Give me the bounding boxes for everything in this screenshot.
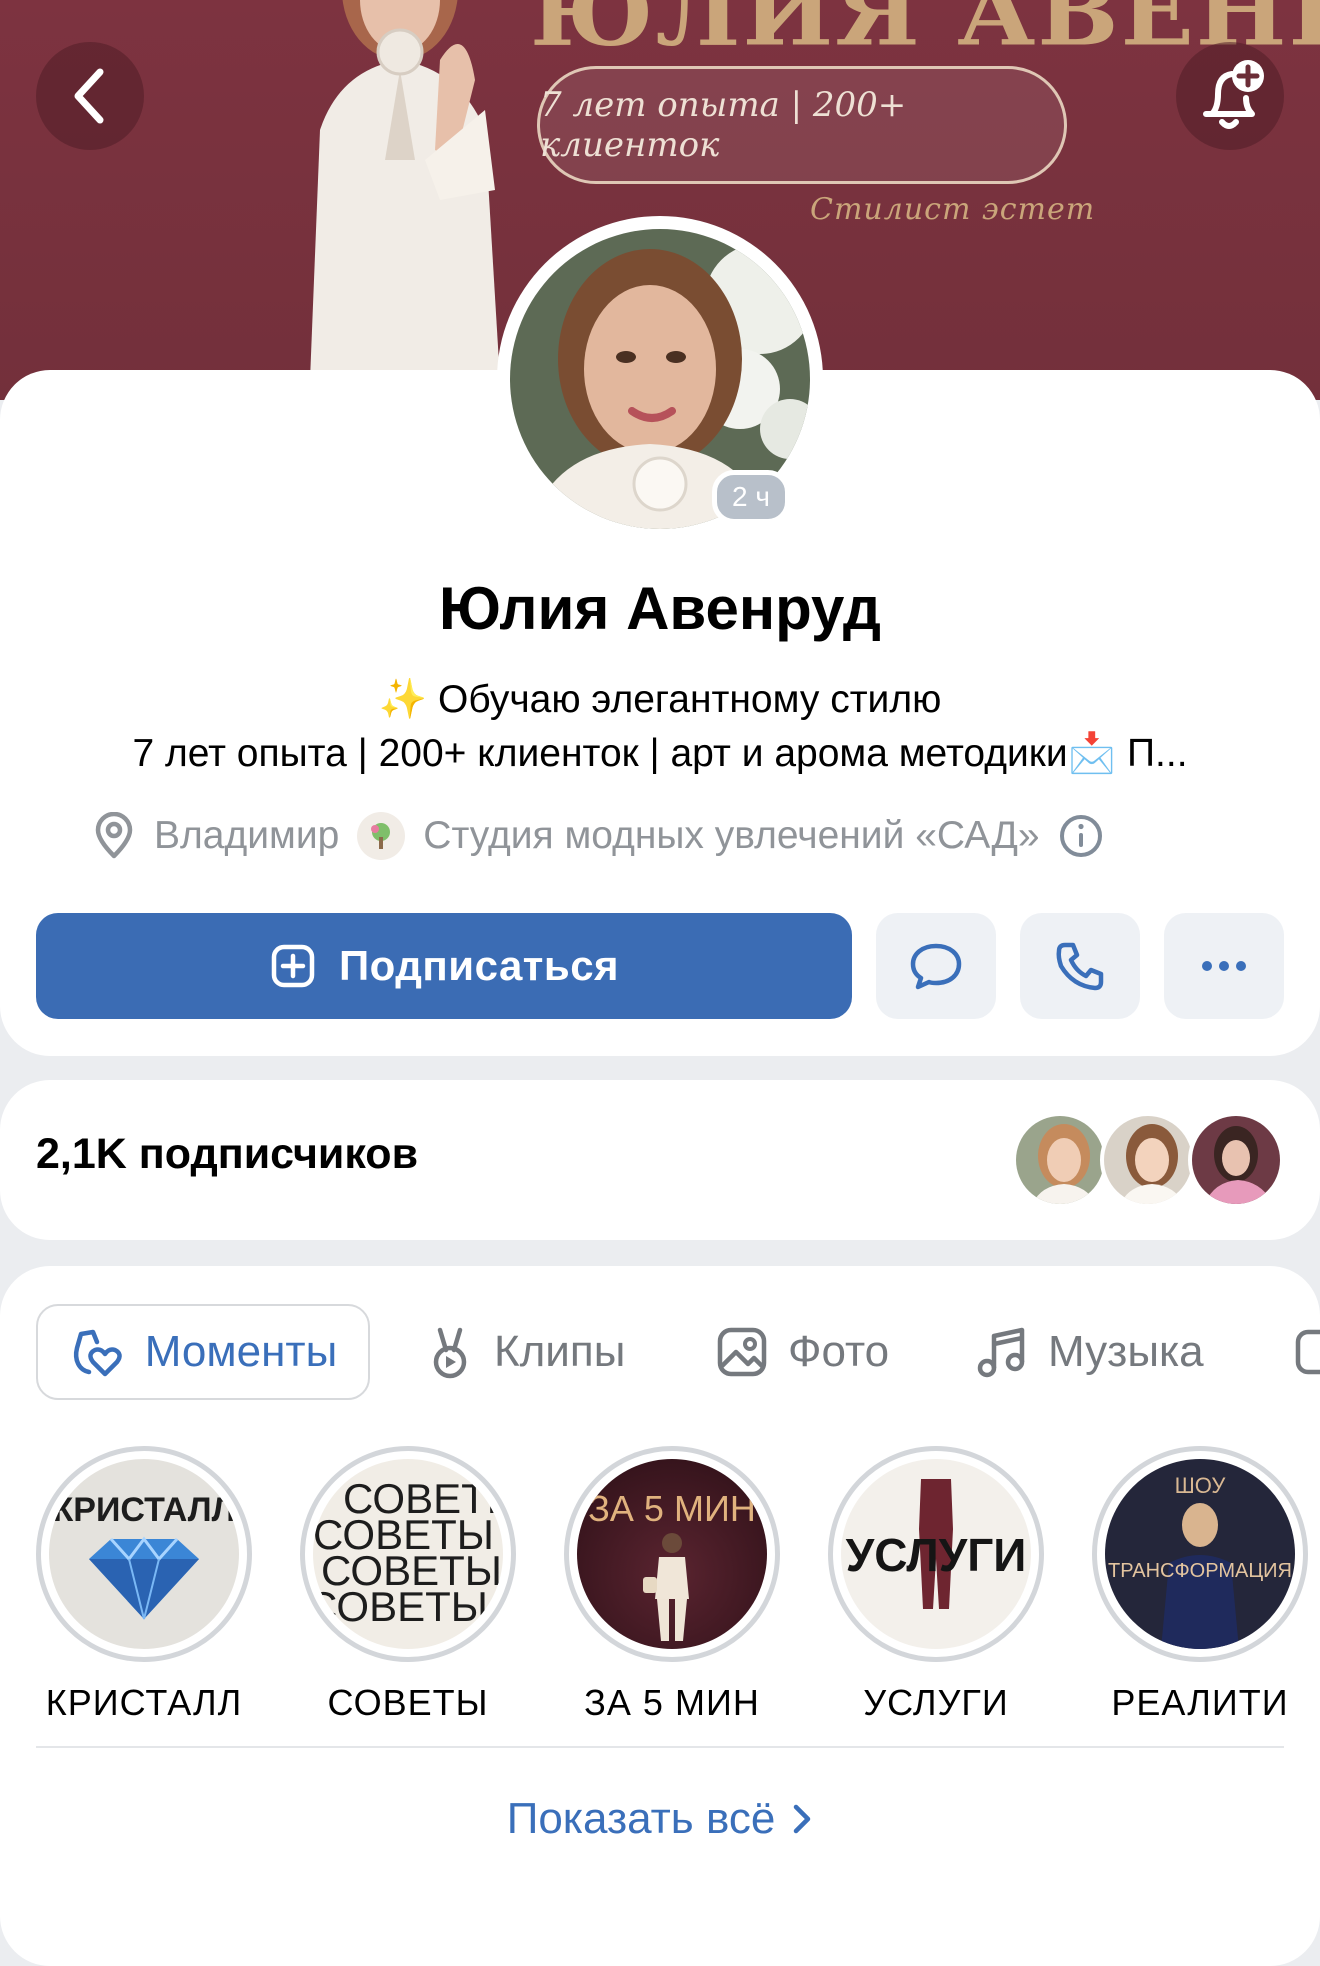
highlight-label: ЗА 5 МИН xyxy=(584,1682,760,1723)
moments-icon xyxy=(73,1329,122,1377)
tab-photo[interactable]: Фото xyxy=(716,1304,889,1400)
profile-name: Юлия Авенруд xyxy=(439,575,881,642)
more-button[interactable] xyxy=(1164,913,1284,1019)
show-all-link[interactable]: Показать всё xyxy=(0,1794,1320,1844)
bio-line-1: ✨ Обучаю элегантному стилю xyxy=(378,678,942,721)
bio-line-2[interactable]: 7 лет опыта | 200+ клиенток | арт и аром… xyxy=(0,730,1320,776)
photo-icon xyxy=(717,1327,767,1377)
chevron-right-icon xyxy=(794,1804,811,1834)
highlight-cover: СОВЕТЫ СОВЕТЫ СОВЕТЫ СОВЕТЫ xyxy=(300,1446,516,1662)
tab-label: Моменты xyxy=(144,1327,338,1376)
highlight-cover-text: ЗА 5 МИН xyxy=(588,1488,756,1529)
highlight-cover: КРИСТАЛЛ xyxy=(36,1446,252,1662)
organization-text[interactable]: Студия модных увлечений «САД» xyxy=(423,814,1039,858)
tab-label: Музыка xyxy=(1048,1327,1204,1376)
highlight-label: РЕАЛИТИ xyxy=(1111,1682,1289,1723)
subscribe-label: Подписаться xyxy=(338,942,620,989)
cover-subtitle: Стилист эстет xyxy=(810,192,1096,227)
chat-bubble-icon xyxy=(910,943,962,990)
bell-plus-icon xyxy=(1203,60,1264,129)
highlight-label: СОВЕТЫ xyxy=(327,1682,489,1723)
highlight-cover-text-top: ШОУ xyxy=(1175,1473,1227,1498)
show-all-label: Показать всё xyxy=(506,1794,776,1843)
location-text[interactable]: Владимир xyxy=(154,814,339,858)
highlight-cover-text: КРИСТАЛЛ xyxy=(53,1491,236,1529)
highlight-uslugi[interactable]: УСЛУГИ УСЛУГИ xyxy=(828,1446,1044,1724)
tab-music[interactable]: Музыка xyxy=(976,1304,1204,1400)
divider xyxy=(36,1746,1284,1748)
highlight-cover: ШОУ ТРАНСФОРМАЦИЯ xyxy=(1092,1446,1308,1662)
cover-portrait-illustration xyxy=(310,0,500,380)
call-button[interactable] xyxy=(1020,913,1140,1019)
profile-meta-row: Владимир Студия модных увлечений «САД» xyxy=(92,808,1122,864)
location-pin-icon xyxy=(95,812,133,859)
back-button[interactable] xyxy=(36,42,144,150)
video-icon xyxy=(1295,1329,1320,1375)
followers-count[interactable]: 2,1K подписчиков xyxy=(36,1130,418,1179)
highlight-cover: ЗА 5 МИН xyxy=(564,1446,780,1662)
follower-avatar xyxy=(1188,1112,1284,1208)
svg-text:СОВЕТЫ: СОВЕТЫ xyxy=(313,1583,488,1630)
tab-label: Фото xyxy=(788,1327,890,1376)
music-icon xyxy=(977,1327,1025,1378)
cover-tagline: 7 лет опыта | 200+ клиенток xyxy=(537,66,1067,184)
tab-label: Клипы xyxy=(494,1327,626,1376)
highlight-label: УСЛУГИ xyxy=(863,1682,1009,1723)
plus-square-icon xyxy=(271,944,315,988)
chevron-left-icon xyxy=(74,68,104,124)
story-time-badge: 2 ч xyxy=(712,470,790,524)
phone-icon xyxy=(1056,942,1104,991)
highlight-cover-text: УСЛУГИ xyxy=(846,1529,1027,1581)
clips-icon xyxy=(433,1327,467,1379)
highlight-label: КРИСТАЛЛ xyxy=(45,1682,243,1723)
highlight-za-5-min[interactable]: ЗА 5 МИН ЗА 5 МИН xyxy=(564,1446,780,1724)
message-button[interactable] xyxy=(876,913,996,1019)
info-icon[interactable] xyxy=(1058,813,1104,859)
tab-clips[interactable]: Клипы xyxy=(426,1304,625,1400)
highlight-sovety[interactable]: СОВЕТЫ СОВЕТЫ СОВЕТЫ СОВЕТЫ СОВЕТЫ xyxy=(300,1446,516,1724)
highlight-realiti[interactable]: ШОУ ТРАНСФОРМАЦИЯ РЕАЛИТИ xyxy=(1092,1446,1308,1724)
highlight-kristall[interactable]: КРИСТАЛЛ КРИСТАЛЛ xyxy=(36,1446,252,1724)
notifications-button[interactable] xyxy=(1176,42,1284,150)
follower-avatar xyxy=(1012,1112,1108,1208)
follower-avatar xyxy=(1100,1112,1196,1208)
highlight-cover-text: ТРАНСФОРМАЦИЯ xyxy=(1108,1560,1292,1582)
tab-more-cutoff[interactable] xyxy=(1294,1304,1320,1400)
more-dots-icon xyxy=(1202,961,1246,971)
tab-moments[interactable]: Моменты xyxy=(36,1304,370,1400)
organization-logo xyxy=(357,812,406,860)
highlight-cover: УСЛУГИ xyxy=(828,1446,1044,1662)
content-card: Моменты Клипы Фото Музыка КРИСТАЛЛ КРИСТ… xyxy=(0,1266,1320,1966)
followers-card[interactable]: 2,1K подписчиков xyxy=(0,1080,1320,1240)
subscribe-button[interactable]: Подписаться xyxy=(36,913,852,1019)
